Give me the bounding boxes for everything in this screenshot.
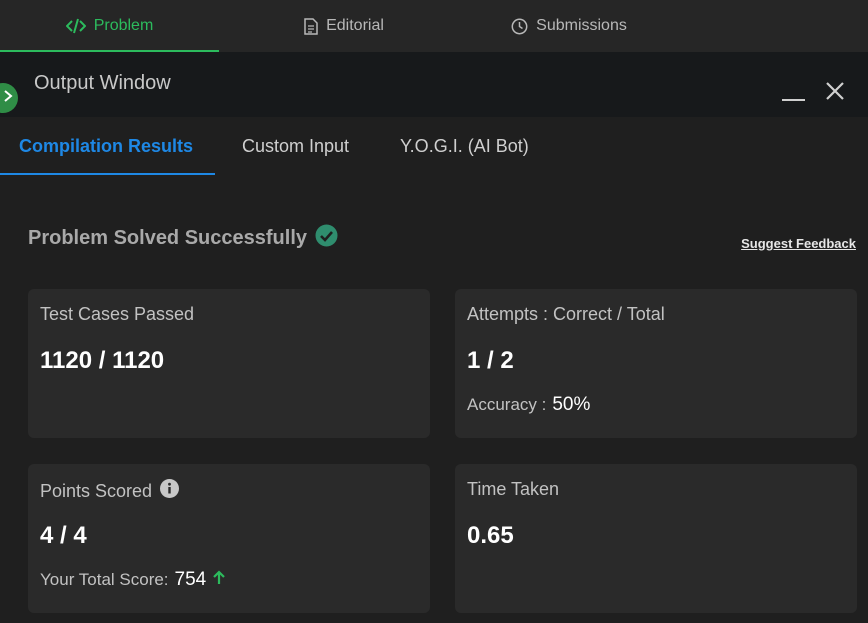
tab-submissions[interactable]: Submissions bbox=[469, 0, 669, 52]
test-cases-label: Test Cases Passed bbox=[40, 304, 195, 324]
accuracy-row: Accuracy : 50% bbox=[467, 394, 590, 416]
points-label-row: Points Scored bbox=[40, 479, 180, 503]
test-cases-card: Test Cases Passed 1120 / 1120 bbox=[28, 289, 430, 438]
points-card: Points Scored 4 / 4 Your Total Score: 75… bbox=[28, 464, 430, 613]
problem-nav-tabs: Problem Editorial Submissions bbox=[0, 0, 868, 52]
info-icon[interactable] bbox=[160, 479, 180, 503]
output-window-title: Output Window bbox=[34, 72, 171, 94]
chevron-right-icon bbox=[3, 89, 13, 108]
time-taken-label: Time Taken bbox=[467, 479, 560, 499]
accuracy-value: 50% bbox=[552, 394, 591, 415]
test-cases-value: 1120 / 1120 bbox=[40, 347, 165, 374]
tab-custom-input[interactable]: Custom Input bbox=[242, 117, 349, 175]
result-status-text: Problem Solved Successfully bbox=[28, 227, 307, 249]
tab-editorial[interactable]: Editorial bbox=[219, 0, 469, 52]
document-icon bbox=[304, 17, 318, 35]
attempts-value: 1 / 2 bbox=[467, 347, 514, 374]
close-button[interactable] bbox=[822, 78, 848, 104]
result-status: Problem Solved Successfully bbox=[28, 224, 338, 253]
suggest-feedback-link[interactable]: Suggest Feedback bbox=[741, 236, 856, 251]
check-circle-icon bbox=[315, 224, 338, 253]
output-sub-tabs: Compilation Results Custom Input Y.O.G.I… bbox=[0, 117, 868, 175]
points-label: Points Scored bbox=[40, 480, 153, 501]
tab-editorial-label: Editorial bbox=[326, 17, 384, 34]
attempts-card: Attempts : Correct / Total 1 / 2 Accurac… bbox=[455, 289, 857, 438]
tab-compilation-results[interactable]: Compilation Results bbox=[0, 117, 216, 175]
total-score-value: 754 bbox=[174, 569, 207, 590]
minimize-button[interactable] bbox=[782, 85, 806, 101]
points-value: 4 / 4 bbox=[40, 522, 87, 549]
total-score-label: Your Total Score: bbox=[40, 570, 169, 589]
accuracy-label: Accuracy : bbox=[467, 395, 547, 414]
clock-icon bbox=[511, 18, 528, 35]
close-icon bbox=[822, 82, 848, 108]
tab-problem[interactable]: Problem bbox=[0, 0, 219, 52]
tab-problem-label: Problem bbox=[93, 17, 154, 34]
attempts-label: Attempts : Correct / Total bbox=[467, 304, 665, 324]
total-score-row: Your Total Score: 754 bbox=[40, 569, 226, 591]
tab-yogi-ai-bot[interactable]: Y.O.G.I. (AI Bot) bbox=[400, 117, 529, 175]
time-taken-card: Time Taken 0.65 bbox=[455, 464, 857, 613]
code-icon bbox=[65, 18, 86, 34]
tab-submissions-label: Submissions bbox=[536, 17, 627, 34]
time-taken-value: 0.65 bbox=[467, 522, 514, 549]
arrow-up-icon bbox=[212, 570, 226, 590]
